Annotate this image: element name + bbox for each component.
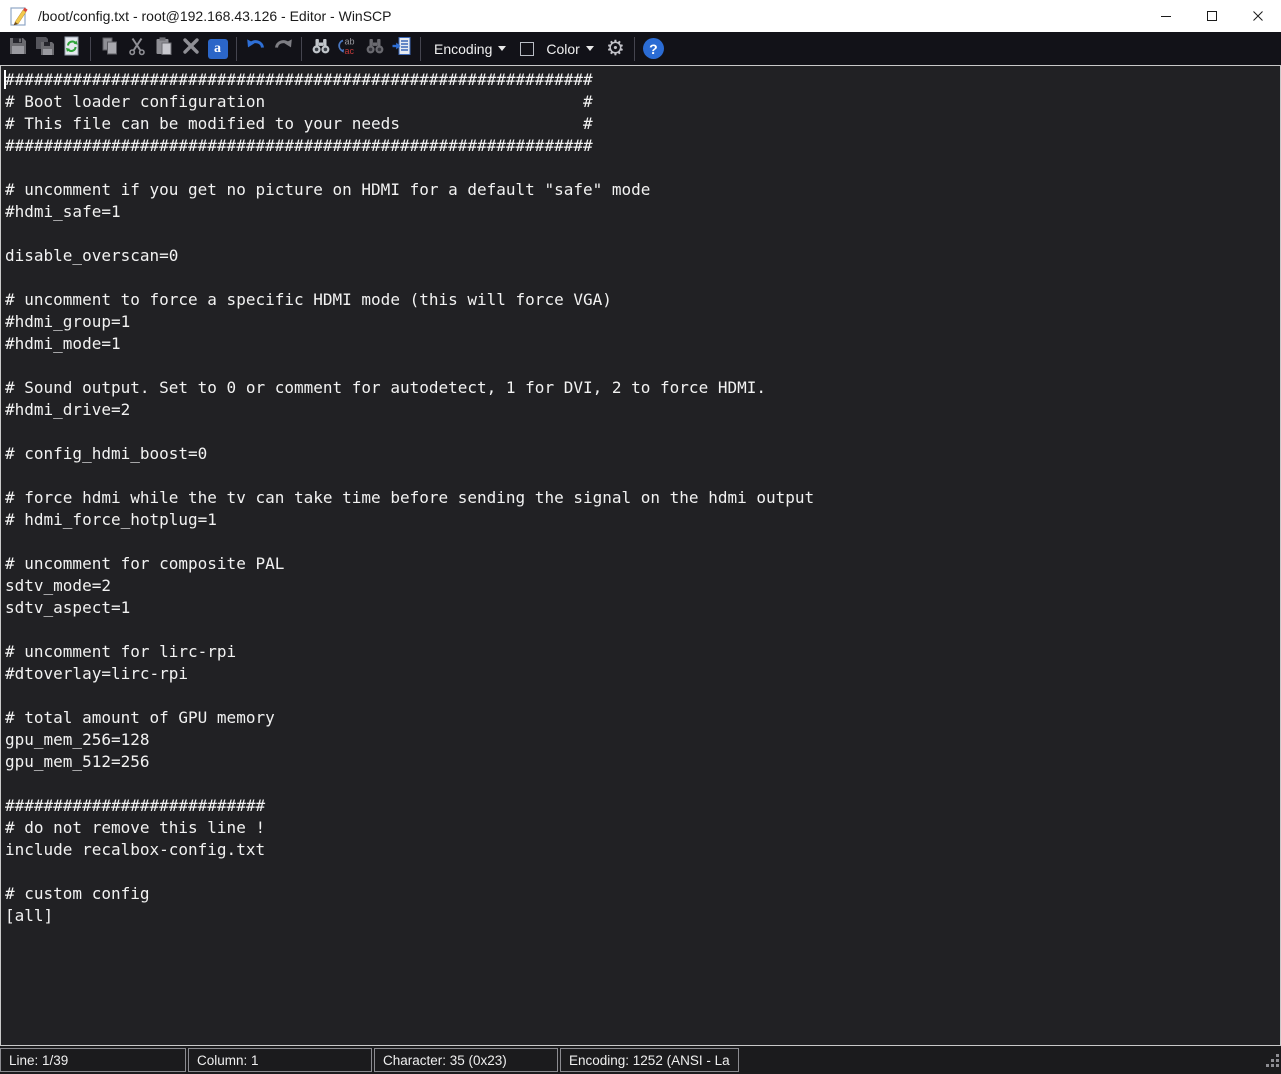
editor-content[interactable]: ########################################… <box>1 66 1280 927</box>
paste-icon <box>154 36 174 61</box>
help-button[interactable]: ? <box>640 35 667 62</box>
copy-button[interactable] <box>96 35 123 62</box>
chevron-down-icon <box>586 46 594 51</box>
status-column: Column: 1 <box>188 1048 372 1072</box>
gear-icon: ⚙ <box>606 38 625 59</box>
select-all-button[interactable]: a <box>204 35 231 62</box>
window-title: /boot/config.txt - root@192.168.43.126 -… <box>38 8 392 24</box>
color-label: Color <box>546 41 579 57</box>
find-next-icon <box>364 36 386 61</box>
save-as-icon <box>35 36 55 61</box>
save-as-button[interactable] <box>31 35 58 62</box>
status-character: Character: 35 (0x23) <box>374 1048 558 1072</box>
minimize-button[interactable] <box>1143 0 1189 32</box>
undo-icon <box>245 36 267 61</box>
close-button[interactable] <box>1235 0 1281 32</box>
maximize-button[interactable] <box>1189 0 1235 32</box>
status-line: Line: 1/39 <box>0 1048 186 1072</box>
redo-button[interactable] <box>269 35 296 62</box>
goto-line-icon <box>391 36 413 61</box>
delete-icon <box>181 36 201 61</box>
select-all-icon: a <box>208 39 228 59</box>
color-checkbox[interactable] <box>520 42 534 56</box>
cut-icon <box>127 36 147 61</box>
toolbar-separator <box>420 37 421 61</box>
color-dropdown[interactable]: Color <box>538 35 601 62</box>
redo-icon <box>272 36 294 61</box>
save-button[interactable] <box>4 35 31 62</box>
titlebar: /boot/config.txt - root@192.168.43.126 -… <box>0 0 1281 32</box>
winscp-editor-window: /boot/config.txt - root@192.168.43.126 -… <box>0 0 1281 1074</box>
toolbar-separator <box>301 37 302 61</box>
chevron-down-icon <box>498 46 506 51</box>
replace-icon: ab ac <box>337 35 359 62</box>
editor-area[interactable]: ########################################… <box>0 65 1281 1046</box>
reload-icon <box>62 36 82 61</box>
reload-button[interactable] <box>58 35 85 62</box>
svg-text:ac: ac <box>344 46 354 56</box>
window-controls <box>1143 0 1281 32</box>
toolbar-separator <box>236 37 237 61</box>
toolbar: a <box>0 32 1281 65</box>
undo-button[interactable] <box>242 35 269 62</box>
paste-button[interactable] <box>150 35 177 62</box>
help-icon: ? <box>643 38 664 59</box>
goto-line-button[interactable] <box>388 35 415 62</box>
save-icon <box>8 36 28 61</box>
encoding-dropdown[interactable]: Encoding <box>426 35 514 62</box>
svg-text:ab: ab <box>344 37 354 47</box>
toolbar-separator <box>90 37 91 61</box>
replace-button[interactable]: ab ac <box>334 35 361 62</box>
preferences-button[interactable]: ⚙ <box>602 35 629 62</box>
resize-grip-icon[interactable] <box>1265 1053 1280 1073</box>
cut-button[interactable] <box>123 35 150 62</box>
find-next-button[interactable] <box>361 35 388 62</box>
find-button[interactable] <box>307 35 334 62</box>
encoding-label: Encoding <box>434 41 492 57</box>
editor-pencil-icon <box>8 4 32 28</box>
status-bar: Line: 1/39 Column: 1 Character: 35 (0x23… <box>0 1046 1281 1074</box>
find-icon <box>310 36 332 61</box>
status-encoding: Encoding: 1252 (ANSI - La <box>560 1048 739 1072</box>
text-caret <box>4 70 6 89</box>
copy-icon <box>100 36 120 61</box>
delete-button[interactable] <box>177 35 204 62</box>
toolbar-separator <box>634 37 635 61</box>
